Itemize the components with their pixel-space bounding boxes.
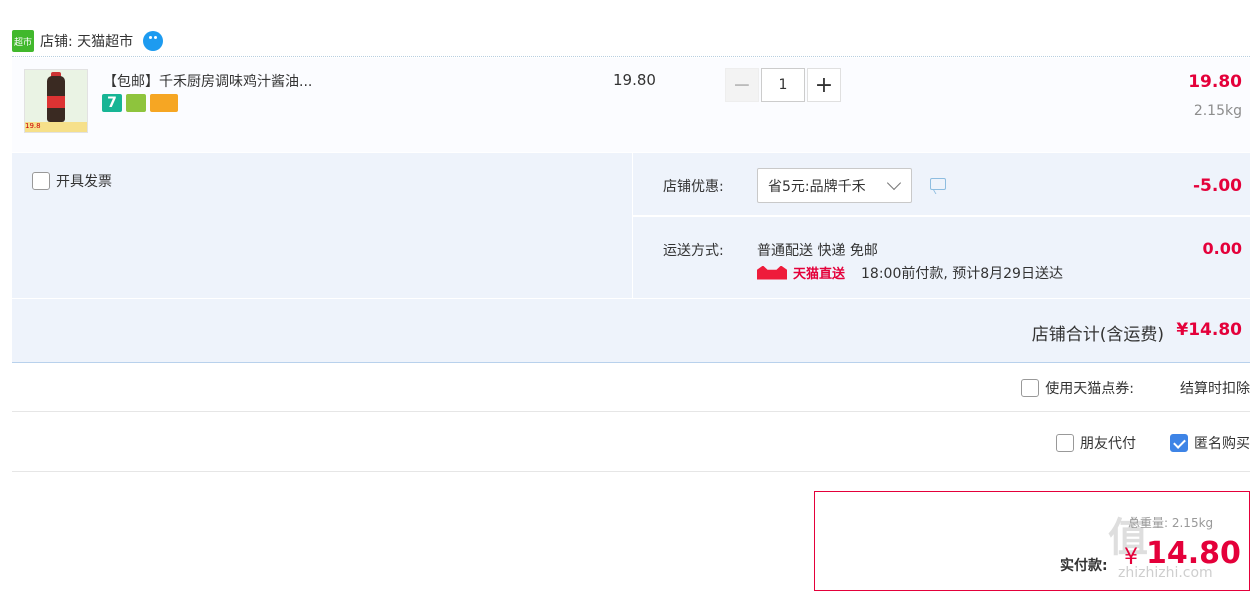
store-total-label: 店铺合计(含运费) bbox=[1031, 325, 1164, 345]
purchase-options-row: 朋友代付 匿名购买 bbox=[1056, 433, 1250, 453]
quantity-minus-button[interactable]: − bbox=[725, 68, 759, 102]
shipping-label: 运送方式: bbox=[663, 243, 724, 259]
service-tags: 7 bbox=[102, 94, 178, 112]
points-checkbox[interactable] bbox=[1021, 379, 1040, 397]
points-label: 使用天猫点券: bbox=[1045, 381, 1134, 397]
invoice-checkbox[interactable] bbox=[32, 172, 50, 190]
points-row: 使用天猫点券: 结算时扣除 bbox=[1021, 378, 1250, 398]
delivery-time-note: 18:00前付款, 预计8月29日送达 bbox=[861, 266, 1063, 282]
friend-pay-label: 朋友代付 bbox=[1080, 436, 1136, 452]
store-name[interactable]: 店铺: 天猫超市 bbox=[40, 31, 133, 51]
friend-pay-checkbox[interactable] bbox=[1056, 434, 1074, 452]
section-vertical-divider bbox=[632, 153, 633, 298]
anonymous-checkbox[interactable] bbox=[1170, 434, 1188, 452]
quantity-stepper: − 1 + bbox=[725, 68, 841, 102]
item-weight: 2.15kg bbox=[1193, 103, 1242, 119]
total-weight: 总重量: 2.15kg bbox=[1128, 516, 1214, 530]
store-logo: 超市 bbox=[12, 30, 34, 52]
row-divider bbox=[12, 471, 1250, 472]
invoice-label: 开具发票 bbox=[56, 174, 112, 190]
anonymous-label: 匿名购买 bbox=[1194, 436, 1250, 452]
product-title-link[interactable]: 【包邮】千禾厨房调味鸡汁酱油... bbox=[103, 71, 312, 91]
store-header: 超市 店铺: 天猫超市 bbox=[12, 27, 164, 55]
card-tag-icon[interactable] bbox=[150, 94, 178, 112]
unit-price: 19.80 bbox=[613, 71, 656, 89]
seven-day-return-icon[interactable]: 7 bbox=[102, 94, 122, 112]
product-thumbnail[interactable]: 19.8 bbox=[24, 69, 88, 133]
tmall-cat-icon bbox=[757, 265, 787, 280]
quantity-plus-button[interactable]: + bbox=[807, 68, 841, 102]
shipping-cost: 0.00 bbox=[1202, 239, 1242, 258]
points-note: 结算时扣除 bbox=[1180, 381, 1250, 397]
shipping-method: 普通配送 快递 免邮 bbox=[757, 243, 878, 259]
watermark-site: zhizhizhi.com bbox=[1118, 565, 1213, 581]
tmall-direct-badge: 天猫直送 bbox=[757, 263, 845, 282]
item-subtotal: 19.80 bbox=[1188, 72, 1242, 92]
store-promo-label: 店铺优惠: bbox=[663, 179, 724, 195]
store-promo-selected: 省5元:品牌千禾 bbox=[768, 178, 866, 195]
section-horizontal-divider bbox=[632, 215, 1250, 217]
wangwang-chat-icon[interactable] bbox=[143, 31, 164, 51]
store-promo-select[interactable]: 省5元:品牌千禾 bbox=[757, 168, 912, 203]
pay-label: 实付款: bbox=[1060, 558, 1108, 574]
bottle-label bbox=[47, 96, 65, 108]
store-divider bbox=[12, 56, 1250, 57]
message-icon[interactable] bbox=[930, 178, 946, 190]
promo-amount: -5.00 bbox=[1193, 176, 1242, 196]
quantity-input[interactable]: 1 bbox=[761, 68, 805, 102]
order-options-section bbox=[12, 153, 1250, 298]
thumb-price-tag: 19.8 bbox=[25, 122, 87, 132]
store-total-value: ¥14.80 bbox=[1176, 320, 1242, 340]
row-divider bbox=[12, 411, 1250, 412]
invoice-option[interactable]: 开具发票 bbox=[32, 171, 112, 191]
shield-tag-icon[interactable] bbox=[126, 94, 146, 112]
tmall-direct-label: 天猫直送 bbox=[793, 267, 846, 282]
chevron-down-icon bbox=[886, 175, 902, 191]
